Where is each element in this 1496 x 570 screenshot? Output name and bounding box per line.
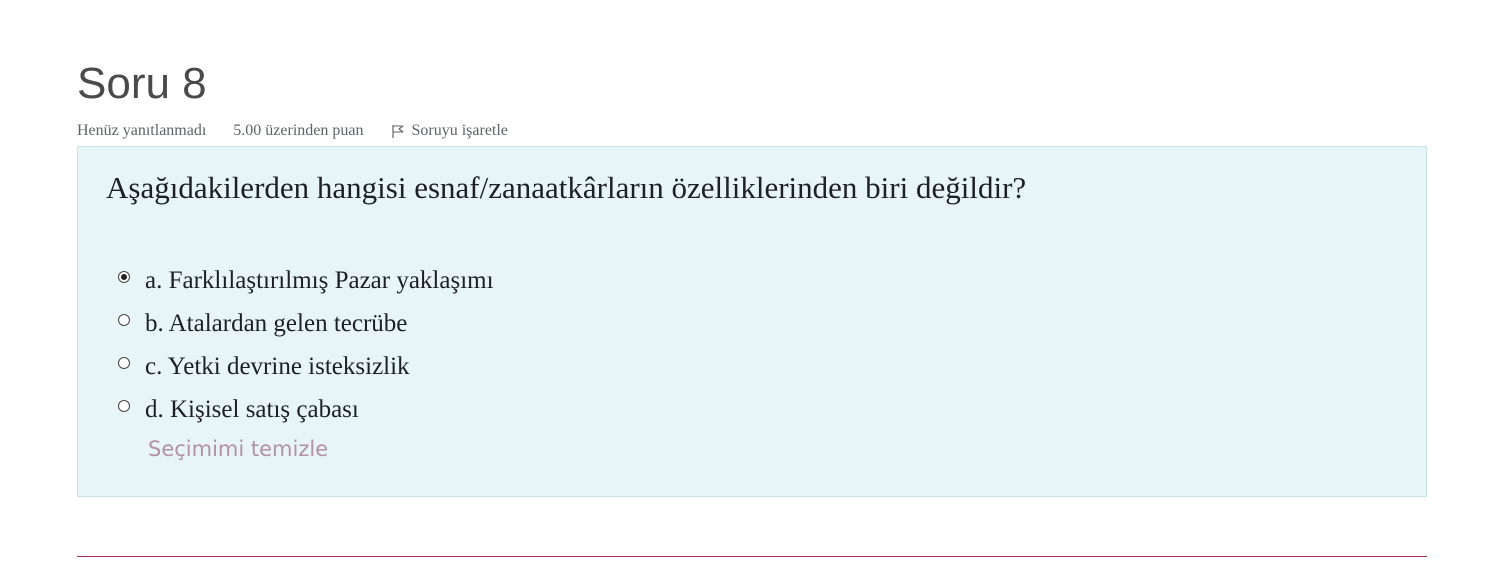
answer-option-d[interactable]: d. Kişisel satış çabası [118, 388, 494, 431]
answer-label[interactable]: b. Atalardan gelen tecrübe [145, 310, 407, 338]
answer-list: a. Farklılaştırılmış Pazar yaklaşımı b. … [118, 259, 494, 431]
answer-label[interactable]: d. Kişisel satış çabası [145, 396, 359, 424]
answer-option-a[interactable]: a. Farklılaştırılmış Pazar yaklaşımı [118, 259, 494, 302]
flag-question-label: Soruyu işaretle [411, 122, 508, 139]
question-title: Soru 8 [77, 59, 207, 108]
flag-question-link[interactable]: Soruyu işaretle [390, 122, 508, 140]
question-info: Henüz yanıtlanmadı 5.00 üzerinden puan S… [77, 120, 508, 142]
radio-unchecked-icon[interactable] [118, 356, 130, 369]
answer-label[interactable]: c. Yetki devrine isteksizlik [145, 353, 410, 381]
radio-unchecked-icon[interactable] [118, 313, 130, 326]
answer-option-b[interactable]: b. Atalardan gelen tecrübe [118, 302, 494, 345]
answer-option-c[interactable]: c. Yetki devrine isteksizlik [118, 345, 494, 388]
question-grade: 5.00 üzerinden puan [233, 122, 364, 139]
radio-unchecked-icon[interactable] [118, 399, 130, 412]
question-text: Aşağıdakilerden hangisi esnaf/zanaatkârl… [106, 170, 1027, 205]
flag-icon [390, 123, 406, 139]
answer-label[interactable]: a. Farklılaştırılmış Pazar yaklaşımı [145, 267, 494, 295]
radio-checked-icon[interactable] [118, 270, 130, 283]
divider [77, 556, 1427, 557]
question-state: Henüz yanıtlanmadı [77, 122, 207, 139]
clear-selection-link[interactable]: Seçimimi temizle [148, 437, 328, 461]
question-content: Aşağıdakilerden hangisi esnaf/zanaatkârl… [77, 146, 1427, 497]
